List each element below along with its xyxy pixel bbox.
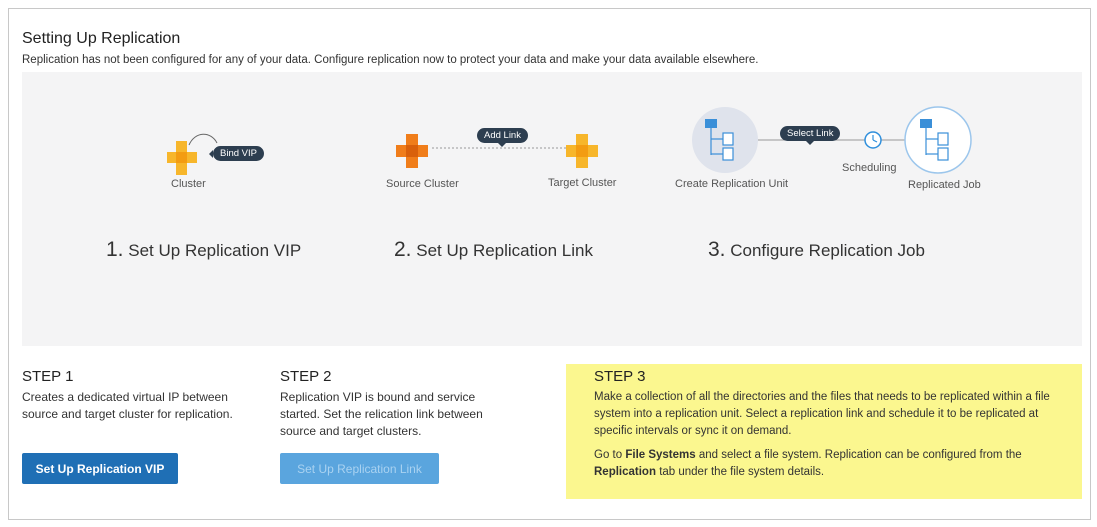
step3-instructions: Go to File Systems and select a file sys… xyxy=(594,447,1054,481)
target-cluster-label: Target Cluster xyxy=(548,177,617,189)
step2-description: Replication VIP is bound and service sta… xyxy=(280,390,483,438)
replicated-job-icon xyxy=(920,119,949,161)
replicated-job-label: Replicated Job xyxy=(908,179,981,191)
set-up-replication-link-button[interactable]: Set Up Replication Link xyxy=(280,453,439,484)
step3-section: STEP 3 Make a collection of all the dire… xyxy=(566,364,1082,499)
replication-diagram: Bind VIP Cluster 1. Set Up Replication V… xyxy=(22,72,1082,346)
replication-unit-label: Create Replication Unit xyxy=(675,178,789,190)
page-title: Setting Up Replication xyxy=(22,30,181,47)
select-link-pill: Select Link xyxy=(780,126,841,145)
source-cluster-label: Source Cluster xyxy=(386,178,459,190)
step2-number: 2. xyxy=(394,238,412,261)
select-fs-text: and select a file system. Replication ca… xyxy=(698,449,1022,461)
step3-heading: 3. Configure Replication Job xyxy=(708,238,925,262)
step1-heading: 1. Set Up Replication VIP xyxy=(106,238,301,262)
step1-description: Creates a dedicated virtual IP between s… xyxy=(22,390,233,421)
step1-title: STEP 1 xyxy=(22,368,74,385)
scheduling-label: Scheduling xyxy=(842,162,897,174)
step2-heading-text: Set Up Replication Link xyxy=(416,241,593,260)
bind-vip-pill: Bind VIP xyxy=(209,146,264,161)
replication-unit-icon xyxy=(705,119,734,161)
step3-description: Make a collection of all the directories… xyxy=(594,391,1050,437)
step1-heading-text: Set Up Replication VIP xyxy=(128,241,302,260)
go-to-text: Go to xyxy=(594,449,623,461)
tab-suffix-text: tab under the file system details. xyxy=(659,466,825,478)
replication-tab-text: Replication xyxy=(594,466,656,478)
step2-heading: 2. Set Up Replication Link xyxy=(394,238,593,262)
step1-section: STEP 1 Creates a dedicated virtual IP be… xyxy=(22,368,247,423)
page-subtitle: Replication has not been configured for … xyxy=(22,54,759,66)
step2-section: STEP 2 Replication VIP is bound and serv… xyxy=(280,368,508,440)
file-systems-text: File Systems xyxy=(625,449,696,461)
cluster-label: Cluster xyxy=(171,178,206,190)
set-up-replication-vip-button[interactable]: Set Up Replication VIP xyxy=(22,453,178,484)
step1-number: 1. xyxy=(106,238,124,261)
target-cluster-icon xyxy=(566,134,598,168)
source-cluster-icon xyxy=(396,134,428,168)
add-link-pill: Add Link xyxy=(477,128,528,147)
step3-title: STEP 3 xyxy=(594,368,646,385)
step3-heading-text: Configure Replication Job xyxy=(730,241,925,260)
step2-title: STEP 2 xyxy=(280,368,332,385)
step3-number: 3. xyxy=(708,238,726,261)
